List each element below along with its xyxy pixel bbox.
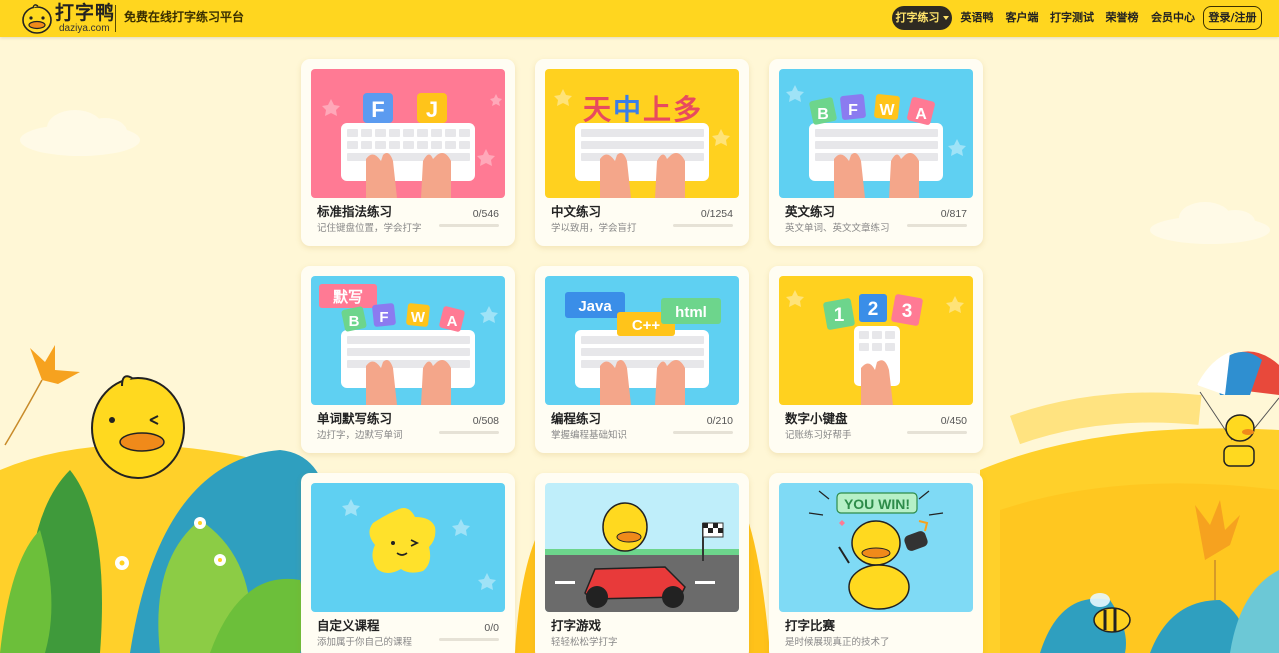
header-divider bbox=[115, 5, 116, 32]
card-title: 打字游戏 bbox=[551, 618, 602, 633]
char-tian: 天 bbox=[583, 93, 611, 126]
card-progress-count: 0/546 bbox=[472, 208, 499, 220]
card-desc: 添加属于你自己的课程 bbox=[317, 637, 413, 648]
course-card-numpad[interactable]: 1 2 3 数字小键盘 记账练习好帮手 0/450 bbox=[769, 266, 983, 453]
top-header: 打字鸭 daziya.com 免费在线打字练习平台 打字练习 英语鸭 客户端 打… bbox=[0, 0, 1279, 37]
caret-down-icon bbox=[942, 16, 949, 20]
card-desc: 是时候展现真正的技术了 bbox=[785, 637, 890, 648]
card-desc: 掌握编程基础知识 bbox=[551, 430, 628, 441]
card-title: 单词默写练习 bbox=[317, 411, 393, 426]
card-progress-bar bbox=[439, 224, 499, 227]
key-w-label: W bbox=[879, 102, 895, 119]
nav-member-center[interactable]: 会员中心 bbox=[1148, 6, 1198, 30]
card-progress-bar bbox=[673, 431, 733, 434]
card-title: 标准指法练习 bbox=[317, 204, 393, 219]
card-desc: 英文单词、英文文章练习 bbox=[785, 223, 890, 234]
course-card-typing-contest[interactable]: YOU WIN! 打字比赛 是时候展现真正的技术了 bbox=[769, 473, 983, 653]
card-progress-count: 0/450 bbox=[940, 415, 967, 427]
card-illustration: 天 中 上 多 bbox=[545, 69, 739, 198]
course-card-standard-fingering[interactable]: F J 标准指法练习 记住键盘位置，学会打字 0/546 bbox=[301, 59, 515, 246]
key-a-label: A bbox=[447, 313, 458, 330]
card-title: 打字比赛 bbox=[785, 618, 836, 633]
key-f-label: F bbox=[371, 97, 384, 122]
card-progress-count: 0/508 bbox=[472, 415, 499, 427]
duck-mascot-left bbox=[91, 375, 185, 479]
cpp-tag: C++ bbox=[632, 317, 661, 334]
card-title: 数字小键盘 bbox=[785, 411, 848, 426]
nav-english-duck[interactable]: 英语鸭 bbox=[958, 6, 996, 30]
key-f-label: F bbox=[848, 102, 858, 119]
card-progress-bar bbox=[439, 431, 499, 434]
course-card-programming[interactable]: Java C++ html 编程练习 掌握编程基础知识 0/210 bbox=[535, 266, 749, 453]
key-a-label: A bbox=[915, 106, 927, 123]
card-title: 编程练习 bbox=[551, 411, 602, 426]
html-tag: html bbox=[675, 304, 707, 321]
key-1-label: 1 bbox=[834, 305, 845, 326]
card-title: 中文练习 bbox=[551, 204, 602, 219]
card-desc: 学以致用，学会盲打 bbox=[551, 223, 637, 234]
card-title: 自定义课程 bbox=[317, 618, 380, 633]
course-card-chinese[interactable]: 天 中 上 多 中文练习 学以致用，学会盲打 0/1254 bbox=[535, 59, 749, 246]
brand-domain: daziya.com bbox=[59, 23, 110, 34]
card-progress-count: 0/1254 bbox=[700, 208, 733, 220]
card-illustration bbox=[545, 483, 739, 612]
card-illustration: Java C++ html bbox=[545, 276, 739, 405]
key-2-label: 2 bbox=[868, 299, 879, 320]
card-progress-count: 0/0 bbox=[484, 622, 499, 634]
key-f-label: F bbox=[379, 309, 388, 326]
key-b-label: B bbox=[349, 313, 360, 330]
nav-typing-test[interactable]: 打字测试 bbox=[1048, 6, 1096, 30]
brand-name[interactable]: 打字鸭 bbox=[55, 3, 115, 23]
card-illustration bbox=[311, 483, 505, 612]
char-zhong: 中 bbox=[613, 93, 641, 126]
key-3-label: 3 bbox=[902, 301, 913, 322]
card-desc: 轻轻松松学打字 bbox=[551, 637, 618, 648]
card-illustration: YOU WIN! bbox=[779, 483, 973, 612]
nav-label: 打字练习 bbox=[895, 11, 940, 24]
nav-client[interactable]: 客户端 bbox=[1003, 6, 1041, 30]
card-illustration: B F W A bbox=[779, 69, 973, 198]
brand-slogan: 免费在线打字练习平台 bbox=[124, 10, 245, 24]
java-tag: Java bbox=[578, 298, 612, 315]
char-shang: 上 bbox=[643, 93, 671, 126]
key-j-label: J bbox=[426, 97, 438, 122]
you-win-banner: YOU WIN! bbox=[844, 496, 910, 512]
card-desc: 记住键盘位置，学会打字 bbox=[317, 223, 422, 234]
course-card-custom[interactable]: 自定义课程 添加属于你自己的课程 0/0 bbox=[301, 473, 515, 653]
card-desc: 边打字，边默写单词 bbox=[317, 430, 403, 441]
card-title: 英文练习 bbox=[785, 204, 836, 219]
card-progress-bar bbox=[439, 638, 499, 641]
key-w-label: W bbox=[411, 309, 426, 326]
course-card-word-dictation[interactable]: 默写 B F W A 单词默写练习 边打字，边默写单词 0/508 bbox=[301, 266, 515, 453]
card-illustration: 1 2 3 bbox=[779, 276, 973, 405]
nav-typing-practice[interactable]: 打字练习 bbox=[892, 6, 952, 30]
key-b-label: B bbox=[817, 106, 829, 123]
card-progress-bar bbox=[673, 224, 733, 227]
dictation-tag: 默写 bbox=[333, 288, 363, 306]
course-card-typing-game[interactable]: 打字游戏 轻轻松松学打字 bbox=[535, 473, 749, 653]
card-progress-count: 0/210 bbox=[706, 415, 733, 427]
card-illustration: F J bbox=[311, 69, 505, 198]
card-progress-bar bbox=[907, 431, 967, 434]
card-desc: 记账练习好帮手 bbox=[785, 430, 852, 441]
card-progress-bar bbox=[907, 224, 967, 227]
duck-logo-icon[interactable] bbox=[20, 1, 54, 35]
char-duo: 多 bbox=[673, 93, 701, 126]
card-progress-count: 0/817 bbox=[940, 208, 967, 220]
login-register-button[interactable]: 登录/注册 bbox=[1203, 6, 1262, 30]
card-illustration: 默写 B F W A bbox=[311, 276, 505, 405]
course-card-english[interactable]: B F W A 英文练习 英文单词、英文文章练习 0/817 bbox=[769, 59, 983, 246]
nav-honor-board[interactable]: 荣誉榜 bbox=[1103, 6, 1141, 30]
